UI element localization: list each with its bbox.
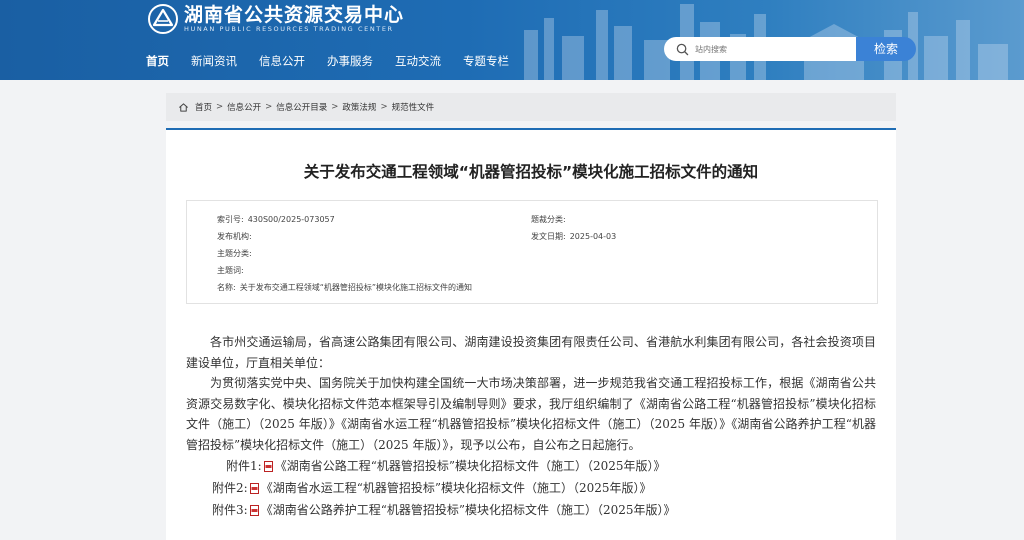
breadcrumb-separator: > — [265, 102, 273, 112]
attachment-link[interactable]: 《湖南省公路工程“机器管招投标”模块化招标文件（施工）（2025年版）》 — [275, 455, 666, 477]
body-paragraph: 各市州交通运输局，省高速公路集团有限公司、湖南建设投资集团有限责任公司、省港航水… — [186, 335, 876, 370]
site-logo[interactable]: 湖南省公共资源交易中心 HUNAN PUBLIC RESOURCES TRADI… — [148, 4, 404, 34]
article-body: 各市州交通运输局，省高速公路集团有限公司、湖南建设投资集团有限责任公司、省港航水… — [186, 332, 876, 521]
breadcrumb-home[interactable]: 首页 — [195, 101, 212, 113]
main-nav: 首页 新闻资讯 信息公开 办事服务 互动交流 专题专栏 — [146, 52, 531, 70]
attachment-item: 附件1: 《湖南省公路工程“机器管招投标”模块化招标文件（施工）（2025年版）… — [186, 455, 876, 477]
meta-publisher: 发布机构: — [217, 232, 252, 241]
breadcrumb: 首页 > 信息公开 > 信息公开目录 > 政策法规 > 规范性文件 — [166, 93, 896, 121]
search-box — [664, 37, 858, 61]
pdf-icon — [249, 482, 259, 494]
attachment-link[interactable]: 《湖南省公路养护工程“机器管招投标”模块化招标文件（施工）（2025年版）》 — [261, 499, 676, 521]
search-button[interactable]: 检索 — [856, 37, 916, 61]
attachment-link[interactable]: 《湖南省水运工程“机器管招投标”模块化招标文件（施工）（2025年版）》 — [261, 477, 652, 499]
breadcrumb-info-disclosure[interactable]: 信息公开 — [227, 101, 261, 113]
attachment-item: 附件3: 《湖南省公路养护工程“机器管招投标”模块化招标文件（施工）（2025年… — [186, 499, 876, 521]
breadcrumb-normative-docs[interactable]: 规范性文件 — [392, 101, 435, 113]
nav-home[interactable]: 首页 — [146, 52, 169, 70]
body-paragraph: 为贯彻落实党中央、国务院关于加快构建全国统一大市场决策部署，进一步规范我省交通工… — [186, 376, 876, 452]
logo-emblem-icon — [148, 4, 178, 34]
nav-services[interactable]: 办事服务 — [327, 52, 373, 70]
nav-interaction[interactable]: 互动交流 — [395, 52, 441, 70]
pdf-icon — [263, 460, 273, 472]
meta-subject: 主题词: — [217, 266, 244, 275]
breadcrumb-separator: > — [331, 102, 339, 112]
article-meta-box: 索引号: 430S00/2025-073057 题裁分类: 发布机构: 发文日期:… — [186, 200, 878, 304]
attachment-item: 附件2: 《湖南省水运工程“机器管招投标”模块化招标文件（施工）（2025年版）… — [186, 477, 876, 499]
nav-topics[interactable]: 专题专栏 — [463, 52, 509, 70]
pdf-icon — [249, 504, 259, 516]
attachment-label: 附件2: — [212, 481, 248, 495]
home-icon — [179, 102, 188, 112]
nav-news[interactable]: 新闻资讯 — [191, 52, 237, 70]
meta-subject-category: 主题分类: — [217, 249, 252, 258]
article-title: 关于发布交通工程领域“机器管招投标”模块化施工招标文件的通知 — [303, 163, 759, 181]
search-input[interactable] — [695, 44, 845, 54]
search-icon — [676, 43, 689, 55]
logo-title: 湖南省公共资源交易中心 — [184, 4, 405, 26]
logo-subtitle: HUNAN PUBLIC RESOURCES TRADING CENTER — [184, 25, 394, 33]
meta-index-no: 索引号: 430S00/2025-073057 — [217, 215, 335, 224]
meta-date: 发文日期: 2025-04-03 — [531, 232, 617, 241]
attachment-label: 附件1: — [226, 459, 262, 473]
meta-name: 名称: 关于发布交通工程领域“机器管招投标”模块化施工招标文件的通知 — [217, 283, 472, 292]
site-header: 湖南省公共资源交易中心 HUNAN PUBLIC RESOURCES TRADI… — [0, 0, 1024, 80]
breadcrumb-separator: > — [216, 102, 224, 112]
attachment-label: 附件3: — [212, 503, 248, 517]
nav-info-disclosure[interactable]: 信息公开 — [259, 52, 305, 70]
breadcrumb-policies[interactable]: 政策法规 — [342, 101, 376, 113]
breadcrumb-separator: > — [380, 102, 388, 112]
meta-theme: 题裁分类: — [531, 215, 566, 224]
breadcrumb-info-directory[interactable]: 信息公开目录 — [276, 101, 327, 113]
article-card: 关于发布交通工程领域“机器管招投标”模块化施工招标文件的通知 索引号: 430S0… — [166, 128, 896, 540]
